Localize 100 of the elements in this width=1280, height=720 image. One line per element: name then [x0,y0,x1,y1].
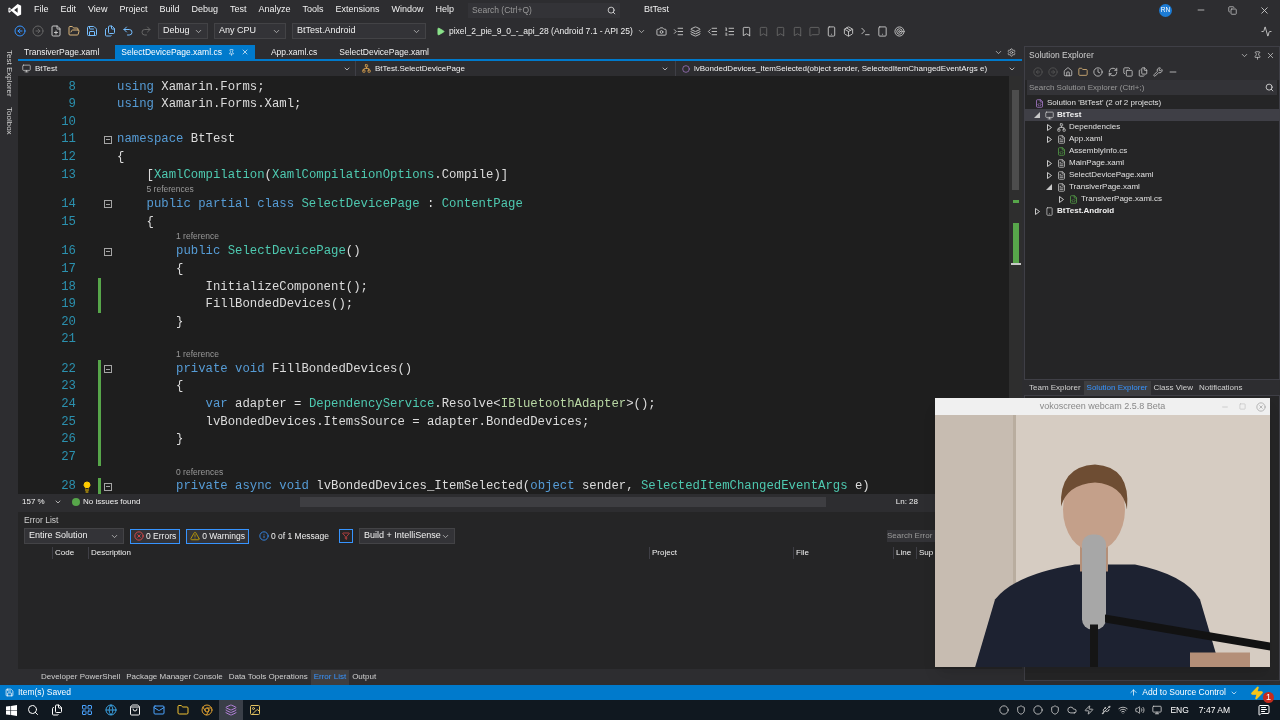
save-all-icon[interactable] [104,25,116,37]
new-file-icon[interactable] [50,25,62,37]
collapsed-arrow-icon[interactable] [1046,135,1052,143]
source-dropdown[interactable]: Build + IntelliSense [359,528,456,544]
store-icon[interactable] [129,704,141,716]
menu-item[interactable]: Build [153,3,186,17]
reference-count-link[interactable]: 1 reference [176,347,220,361]
panel-tab[interactable]: Notifications [1195,380,1246,395]
outdent-icon[interactable] [706,25,718,37]
editor-tab[interactable]: SelectDevicePage.xaml [333,45,435,59]
collapse-icon[interactable] [104,200,112,209]
target-icon[interactable] [893,25,905,37]
collapsed-arrow-icon[interactable] [1046,159,1052,167]
tree-item[interactable]: App.xaml [1025,133,1279,145]
collapse-icon[interactable] [104,247,112,256]
network-icon[interactable] [1118,705,1129,715]
volume-icon[interactable] [1135,705,1146,715]
menu-item[interactable]: File [28,3,55,17]
usb-icon[interactable] [1101,705,1112,715]
bolt-icon[interactable] [1084,705,1095,715]
column-header[interactable]: Line [893,547,916,559]
image-icon[interactable] [249,704,261,716]
settings-icon[interactable] [1007,48,1016,57]
undo-icon[interactable] [122,25,134,37]
shield-icon[interactable] [1050,705,1061,715]
filter-toggle[interactable]: 0 of 1 Message [254,528,334,544]
shield-icon[interactable] [1016,705,1027,715]
reference-count-link[interactable]: 5 references [146,183,194,196]
list-icon[interactable] [723,25,735,37]
column-header[interactable]: File [793,547,893,559]
menu-item[interactable]: Project [113,3,154,17]
package-icon[interactable] [842,25,854,37]
tree-item[interactable]: BtTest.Android [1025,205,1279,217]
start-icon[interactable] [6,704,17,716]
scope-dropdown[interactable]: Entire Solution [24,528,124,544]
issues-status[interactable]: No issues found [83,496,141,508]
task-view-icon[interactable] [51,704,63,716]
configuration-dropdown[interactable]: Debug [158,23,208,39]
tablet-icon[interactable] [876,25,888,37]
search-field[interactable]: Search (Ctrl+Q) [468,2,621,18]
indent-icon[interactable] [672,25,684,37]
expanded-arrow-icon[interactable] [1046,184,1052,190]
notifications-icon[interactable] [1250,685,1264,700]
tab-list-icon[interactable] [994,48,1003,57]
side-tab[interactable]: Toolbox [3,106,15,135]
column-header[interactable]: Project [649,547,793,559]
restore-icon[interactable] [1228,5,1237,15]
reference-count-link[interactable]: 1 reference [176,230,220,244]
side-tab[interactable]: Test Explorer [3,50,15,97]
save-icon[interactable] [86,25,98,37]
language-indicator[interactable]: ENG [1170,703,1189,717]
filter-toggle[interactable]: 0 Warnings [186,528,249,544]
tree-item[interactable]: TransiverPage.xaml.cs [1025,193,1279,205]
sync-icon[interactable] [1108,66,1118,77]
tree-item[interactable]: Dependencies [1025,121,1279,133]
source-control-button[interactable]: Add to Source Control [1129,686,1238,699]
reference-count-link[interactable]: 0 references [176,465,224,479]
menu-item[interactable]: Window [385,3,430,17]
panel-tab[interactable]: Solution Explorer [1083,380,1151,395]
menu-item[interactable]: Tools [296,3,330,17]
member-dropdown[interactable]: lvBondedDevices_ItemSelected(object sender, SelectedItemChangedEventArgs e) [676,61,1022,76]
menu-item[interactable]: Test [223,3,253,17]
panel-tab[interactable]: Package Manager Console [123,669,226,685]
home-icon[interactable] [1063,66,1073,77]
close-icon[interactable] [1259,4,1270,16]
column-header[interactable]: Code [52,547,88,559]
run-button[interactable]: pixel_2_pie_9_0_-_api_28 (Android 7.1 - API 25) [432,23,650,39]
history-icon[interactable] [1093,66,1103,77]
menu-item[interactable]: Debug [185,3,224,17]
panel-tab[interactable]: Output [349,669,380,685]
editor-tab[interactable]: App.xaml.cs [264,45,324,59]
camera-icon[interactable] [655,25,667,37]
panel-tab[interactable]: Data Tools Operations [225,669,311,685]
search-icon[interactable] [27,704,39,716]
display-icon[interactable] [1152,705,1163,715]
cloud-icon[interactable] [1067,705,1078,715]
tree-item[interactable]: SelectDevicePage.xaml [1025,169,1279,181]
clock[interactable]: 7:47 AM [1198,703,1230,717]
panel-tab[interactable]: Team Explorer [1026,380,1084,395]
collapsed-arrow-icon[interactable] [1046,171,1052,179]
back-icon[interactable] [14,25,26,37]
startup-project-dropdown[interactable]: BtTest.Android [292,23,426,39]
menu-item[interactable]: Analyze [252,3,297,17]
folder-icon[interactable] [177,704,189,716]
properties-icon[interactable] [1153,66,1163,77]
terminal-icon[interactable] [859,25,871,37]
phone-icon[interactable] [825,25,837,37]
panel-tab[interactable]: Class View [1150,380,1196,395]
search-field[interactable]: Search Solution Explorer (Ctrl+;) [1027,80,1277,95]
editor-tab[interactable]: TransiverPage.xaml [18,45,106,59]
column-header[interactable]: Description [88,547,649,559]
tree-item[interactable]: TransiverPage.xaml [1025,181,1279,193]
menu-item[interactable]: View [82,3,114,17]
zoom-dropdown[interactable]: 157 % [22,496,62,508]
app-logo-icon[interactable] [8,3,22,17]
folder-icon[interactable] [1078,66,1088,77]
widget-icon[interactable] [81,704,93,716]
mail-icon[interactable] [153,704,165,716]
menu-item[interactable]: Help [429,3,461,17]
collapsed-arrow-icon[interactable] [1058,195,1064,203]
